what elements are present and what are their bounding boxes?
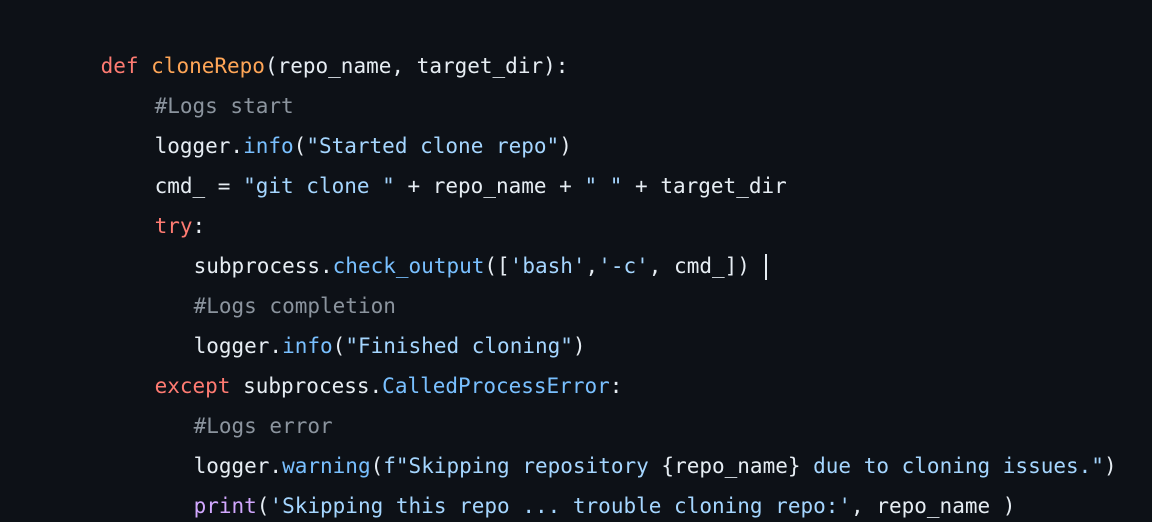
code-comment: #Logs completion xyxy=(193,294,396,318)
code-token: subprocess. xyxy=(243,374,383,398)
code-token: , xyxy=(585,254,599,278)
code-token: 'bash' xyxy=(509,254,586,278)
code-token: subprocess. xyxy=(193,254,333,278)
code-token: def xyxy=(100,54,152,78)
code-token: (repo_name, target_dir): xyxy=(264,54,569,78)
code-token: info xyxy=(243,134,294,158)
code-token: "Started clone repo" xyxy=(306,134,560,158)
code-token: logger. xyxy=(193,334,283,358)
code-token: CalledProcessError xyxy=(382,374,610,398)
code-token: " " xyxy=(584,174,623,198)
code-token: f"Skipping repository xyxy=(383,454,662,478)
code-comment: #Logs error xyxy=(193,414,333,438)
code-editor[interactable]: def cloneRepo(repo_name, target_dir): #L… xyxy=(0,0,1152,522)
code-token: ) xyxy=(559,134,572,158)
code-comment: #Logs start xyxy=(154,94,294,118)
code-token: : xyxy=(192,214,206,238)
text-cursor xyxy=(764,254,767,280)
code-token: except xyxy=(154,374,244,398)
code-token: ( xyxy=(370,454,384,478)
code-token: cmd_ = xyxy=(154,174,244,198)
code-token: try xyxy=(154,214,193,238)
code-token: check_output xyxy=(332,254,485,278)
code-token: {repo_name} xyxy=(661,454,801,478)
code-token: , repo_name ) xyxy=(851,494,1016,518)
code-token: ) xyxy=(572,334,586,358)
code-token: "Finished cloning" xyxy=(345,334,573,358)
code-token: 'Skipping this repo ... trouble cloning … xyxy=(269,494,852,518)
code-token: ) xyxy=(1103,454,1117,478)
code-token: info xyxy=(282,334,333,358)
code-token: ( xyxy=(293,134,307,158)
code-token: + target_dir xyxy=(622,174,787,198)
code-token: logger. xyxy=(193,454,283,478)
code-token: , cmd_]) xyxy=(648,254,763,278)
code-token: ( xyxy=(332,334,346,358)
code-token: warning xyxy=(282,454,371,478)
code-token: print xyxy=(193,494,257,518)
code-token: + repo_name + xyxy=(394,174,585,198)
code-token: ( xyxy=(256,494,270,518)
code-token: cloneRepo xyxy=(151,54,265,78)
code-token: ([ xyxy=(484,254,510,278)
code-token: logger. xyxy=(154,134,244,158)
code-token: due to cloning issues." xyxy=(800,454,1104,478)
code-token: "git clone " xyxy=(243,174,395,198)
code-token: '-c' xyxy=(598,254,649,278)
code-line-1[interactable]: def cloneRepo(repo_name, target_dir): xyxy=(0,6,1152,78)
code-token: : xyxy=(609,374,623,398)
